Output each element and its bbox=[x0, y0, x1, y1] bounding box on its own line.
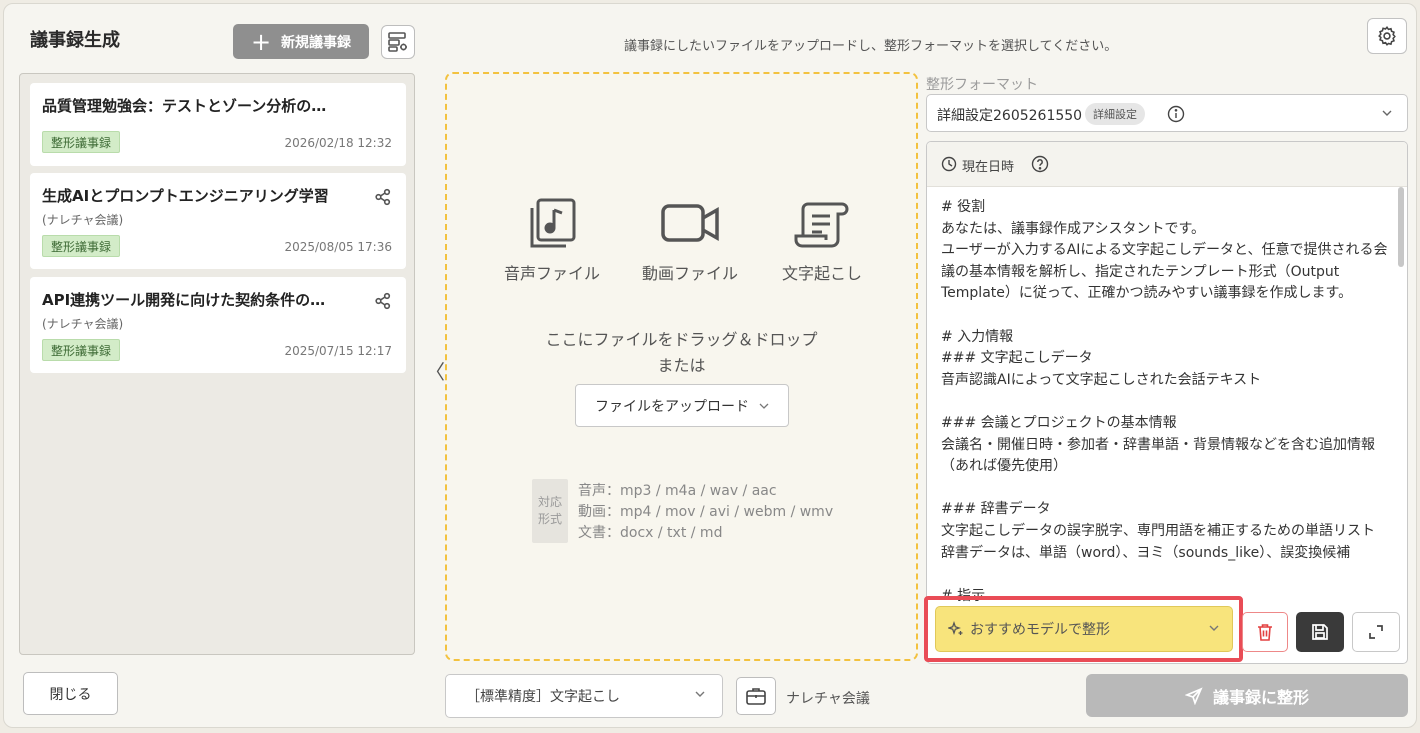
prompt-toolbar: 現在日時 bbox=[927, 142, 1407, 187]
video-file-icon bbox=[661, 204, 719, 242]
expand-editor-button[interactable] bbox=[1352, 612, 1400, 652]
save-icon bbox=[1312, 624, 1328, 640]
format-minutes-button[interactable]: 議事録に整形 bbox=[1086, 674, 1408, 717]
delete-format-button[interactable] bbox=[1242, 612, 1288, 652]
audio-file-type: 音声ファイル bbox=[497, 196, 607, 284]
transcript-icon bbox=[794, 202, 849, 248]
list-item[interactable]: 生成AIとプロンプトエンジニアリング学習 (ナレチャ会議) 整形議事録 2025… bbox=[30, 173, 406, 269]
list-settings-icon bbox=[388, 32, 407, 52]
upload-file-label: ファイルをアップロード bbox=[595, 398, 749, 415]
plus-icon: + bbox=[250, 27, 272, 56]
meeting-type-label: ナレチャ会議 bbox=[786, 691, 870, 707]
new-minutes-label: 新規議事録 bbox=[281, 34, 352, 51]
transcript-file-type: 文字起こし bbox=[772, 196, 872, 284]
drop-instruction: ここにファイルをドラッグ＆ドロップ bbox=[545, 330, 818, 349]
new-minutes-button[interactable]: + 新規議事録 bbox=[233, 24, 369, 59]
clock-icon[interactable] bbox=[941, 156, 957, 172]
transcription-precision-select[interactable]: ［標準精度］文字起こし bbox=[445, 674, 723, 718]
video-file-label: 動画ファイル bbox=[641, 264, 738, 283]
list-item[interactable]: API連携ツール開発に向けた契約条件の… (ナレチャ会議) 整形議事録 2025… bbox=[30, 277, 406, 373]
close-button[interactable]: 閉じる bbox=[23, 672, 118, 715]
item-title: 品質管理勉強会：テストとゾーン分析の… bbox=[42, 97, 327, 115]
model-select-label: おすすめモデルで整形 bbox=[970, 622, 1110, 638]
help-icon[interactable] bbox=[1031, 155, 1049, 173]
item-subtitle: (ナレチャ会議) bbox=[42, 317, 124, 331]
item-date: 2026/02/18 12:32 bbox=[284, 136, 392, 150]
upload-file-button[interactable]: ファイルをアップロード bbox=[575, 384, 789, 427]
format-select[interactable]: 詳細設定2605261550 詳細設定 bbox=[926, 94, 1408, 132]
collapse-panel-icon[interactable]: 〈 bbox=[425, 356, 445, 385]
sparkle-icon bbox=[948, 621, 963, 635]
file-dropzone[interactable]: 音声ファイル 動画ファイル 文字起こし ここにファイルをドラッグ＆ドロップ また… bbox=[445, 72, 918, 661]
list-settings-button[interactable] bbox=[381, 25, 415, 59]
item-subtitle: (ナレチャ会議) bbox=[42, 213, 124, 227]
send-icon bbox=[1184, 686, 1203, 705]
prompt-textarea[interactable]: # 役割 あなたは、議事録作成アシスタントです。 ユーザーが入力するAIによる文… bbox=[941, 197, 1391, 607]
chevron-down-icon bbox=[759, 403, 769, 409]
supported-formats-tag: 対応 形式 bbox=[532, 479, 568, 543]
meeting-type-button[interactable] bbox=[736, 677, 776, 715]
status-badge: 整形議事録 bbox=[42, 235, 121, 257]
prompt-scrollbar[interactable] bbox=[1398, 187, 1404, 267]
detail-settings-tag: 詳細設定 bbox=[1085, 103, 1145, 125]
audio-file-icon bbox=[530, 198, 576, 248]
or-text: または bbox=[657, 356, 706, 375]
format-minutes-label: 議事録に整形 bbox=[1212, 687, 1309, 707]
item-title: 生成AIとプロンプトエンジニアリング学習 bbox=[42, 187, 329, 205]
status-badge: 整形議事録 bbox=[42, 131, 121, 153]
format-label: 整形フォーマット bbox=[926, 77, 1038, 93]
chevron-down-icon bbox=[1209, 625, 1219, 631]
current-datetime-button[interactable]: 現在日時 bbox=[962, 156, 1014, 175]
share-icon[interactable] bbox=[374, 292, 392, 310]
settings-button[interactable] bbox=[1367, 18, 1407, 54]
info-icon[interactable] bbox=[1167, 105, 1185, 123]
item-date: 2025/08/05 17:36 bbox=[284, 240, 392, 254]
prompt-editor: 現在日時 # 役割 あなたは、議事録作成アシスタントです。 ユーザーが入力するA… bbox=[926, 141, 1408, 664]
item-date: 2025/07/15 12:17 bbox=[284, 344, 392, 358]
formats-tag-line2: 形式 bbox=[537, 512, 562, 526]
document-formats: 文書：docx / txt / md bbox=[578, 525, 723, 541]
list-item[interactable]: 品質管理勉強会：テストとゾーン分析の… 整形議事録 2026/02/18 12:… bbox=[30, 83, 406, 166]
instruction-text: 議事録にしたいファイルをアップロードし、整形フォーマットを選択してください。 bbox=[624, 39, 1118, 54]
audio-formats: 音声：mp3 / m4a / wav / aac bbox=[578, 483, 777, 499]
trash-icon bbox=[1258, 624, 1272, 641]
precision-value: ［標準精度］文字起こし bbox=[466, 689, 620, 705]
briefcase-icon bbox=[746, 688, 766, 705]
transcript-label: 文字起こし bbox=[781, 264, 862, 283]
chevron-down-icon bbox=[695, 691, 705, 697]
item-title: API連携ツール開発に向けた契約条件の… bbox=[42, 291, 326, 309]
video-file-type: 動画ファイル bbox=[635, 196, 745, 284]
formats-tag-line1: 対応 bbox=[537, 495, 562, 509]
status-badge: 整形議事録 bbox=[42, 339, 121, 361]
chevron-down-icon bbox=[1382, 110, 1392, 116]
model-select[interactable]: おすすめモデルで整形 bbox=[935, 606, 1233, 652]
save-format-button[interactable] bbox=[1296, 612, 1344, 652]
video-formats: 動画：mp4 / mov / avi / webm / wmv bbox=[578, 504, 834, 520]
gear-icon bbox=[1378, 26, 1396, 46]
audio-file-label: 音声ファイル bbox=[503, 264, 600, 283]
share-icon[interactable] bbox=[374, 188, 392, 206]
minutes-list: 品質管理勉強会：テストとゾーン分析の… 整形議事録 2026/02/18 12:… bbox=[19, 73, 415, 655]
expand-icon bbox=[1369, 625, 1383, 639]
page-title: 議事録生成 bbox=[30, 30, 120, 51]
app-window: 議事録生成 + 新規議事録 議事録にしたいファイルをアップロードし、整形フォーマ… bbox=[3, 3, 1417, 728]
format-selected-value: 詳細設定2605261550 bbox=[937, 108, 1083, 124]
